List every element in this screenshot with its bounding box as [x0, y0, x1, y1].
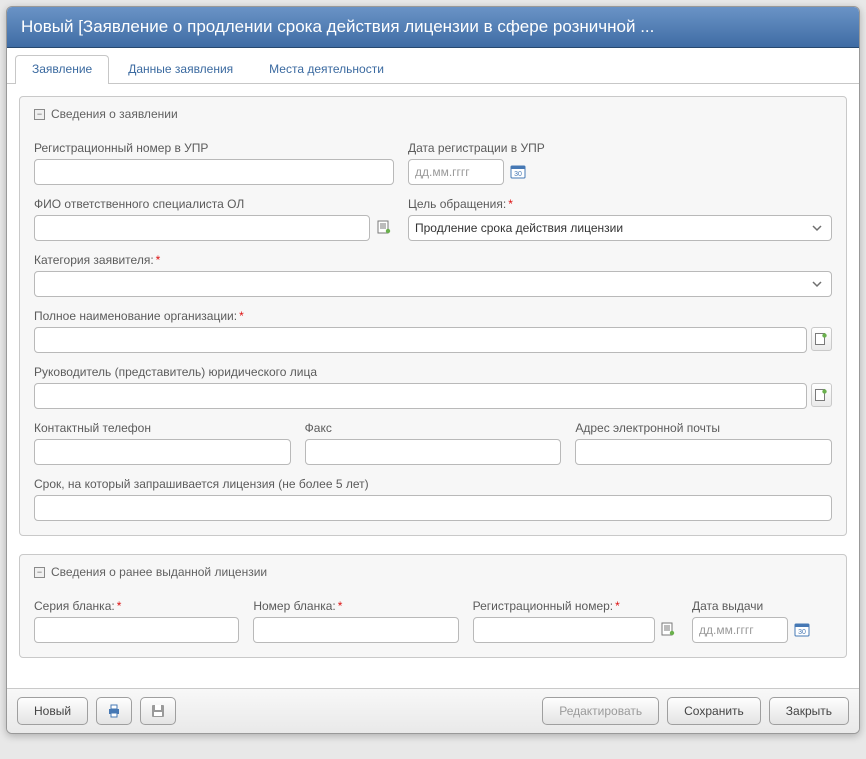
label-category-text: Категория заявителя: [34, 253, 154, 267]
field-blank-number: Номер бланка:* [253, 599, 458, 643]
required-icon: * [338, 599, 343, 613]
field-term: Срок, на который запрашивается лицензия … [34, 477, 832, 521]
field-phone: Контактный телефон [34, 421, 291, 465]
label-term: Срок, на который запрашивается лицензия … [34, 477, 832, 491]
input-fax[interactable] [305, 439, 562, 465]
footer-toolbar: Новый Редактировать Сохранить Закрыть [7, 688, 859, 733]
group-application-info: − Сведения о заявлении Регистрационный н… [19, 96, 847, 536]
close-button[interactable]: Закрыть [769, 697, 849, 725]
input-issue-date[interactable] [692, 617, 788, 643]
input-prev-reg-number[interactable] [473, 617, 655, 643]
window-title: Новый [Заявление о продлении срока дейст… [7, 7, 859, 48]
input-phone[interactable] [34, 439, 291, 465]
calendar-icon[interactable]: 30 [508, 162, 528, 182]
required-icon: * [117, 599, 122, 613]
label-email: Адрес электронной почты [575, 421, 832, 435]
field-purpose: Цель обращения:* [408, 197, 832, 241]
input-email[interactable] [575, 439, 832, 465]
save-button[interactable]: Сохранить [667, 697, 761, 725]
label-series: Серия бланка:* [34, 599, 239, 613]
label-reg-number: Регистрационный номер в УПР [34, 141, 394, 155]
tab-application-data[interactable]: Данные заявления [111, 55, 250, 84]
edit-button: Редактировать [542, 697, 659, 725]
required-icon: * [615, 599, 620, 613]
group-prev-header: − Сведения о ранее выданной лицензии [34, 565, 832, 587]
field-reg-number: Регистрационный номер в УПР [34, 141, 394, 185]
label-issue-date: Дата выдачи [692, 599, 832, 613]
input-head[interactable] [34, 383, 807, 409]
lookup-icon[interactable] [659, 617, 678, 641]
label-series-text: Серия бланка: [34, 599, 115, 613]
attachment-button[interactable] [140, 697, 176, 725]
required-icon: * [156, 253, 161, 267]
field-issue-date: Дата выдачи 30 [692, 599, 832, 643]
label-fax: Факс [305, 421, 562, 435]
form-body: − Сведения о заявлении Регистрационный н… [7, 84, 859, 688]
new-button[interactable]: Новый [17, 697, 88, 725]
required-icon: * [239, 309, 244, 323]
chevron-down-icon[interactable] [806, 271, 828, 297]
input-series[interactable] [34, 617, 239, 643]
input-reg-date[interactable] [408, 159, 504, 185]
svg-text:30: 30 [798, 629, 806, 636]
tab-application[interactable]: Заявление [15, 55, 109, 84]
label-prev-reg-number-text: Регистрационный номер: [473, 599, 613, 613]
field-specialist: ФИО ответственного специалиста ОЛ [34, 197, 394, 241]
disk-icon [150, 703, 166, 719]
input-term[interactable] [34, 495, 832, 521]
tab-strip: Заявление Данные заявления Места деятель… [7, 48, 859, 84]
field-series: Серия бланка:* [34, 599, 239, 643]
field-fax: Факс [305, 421, 562, 465]
label-purpose-text: Цель обращения: [408, 197, 506, 211]
tab-activity-places[interactable]: Места деятельности [252, 55, 401, 84]
printer-icon [106, 703, 122, 719]
collapse-icon[interactable]: − [34, 567, 45, 578]
input-blank-number[interactable] [253, 617, 458, 643]
label-phone: Контактный телефон [34, 421, 291, 435]
svg-text:30: 30 [514, 171, 522, 178]
input-purpose[interactable] [408, 215, 832, 241]
field-reg-date: Дата регистрации в УПР 30 [408, 141, 832, 185]
input-category[interactable] [34, 271, 832, 297]
label-org-text: Полное наименование организации: [34, 309, 237, 323]
field-category: Категория заявителя:* [34, 253, 832, 297]
input-specialist[interactable] [34, 215, 370, 241]
label-reg-date: Дата регистрации в УПР [408, 141, 832, 155]
field-email: Адрес электронной почты [575, 421, 832, 465]
label-prev-reg-number: Регистрационный номер:* [473, 599, 678, 613]
group-application-legend: Сведения о заявлении [51, 107, 178, 121]
input-org[interactable] [34, 327, 807, 353]
label-blank-number-text: Номер бланка: [253, 599, 335, 613]
lookup-icon[interactable] [811, 327, 832, 351]
label-category: Категория заявителя:* [34, 253, 832, 267]
calendar-icon[interactable]: 30 [792, 620, 812, 640]
app-window: Новый [Заявление о продлении срока дейст… [6, 6, 860, 734]
lookup-icon[interactable] [811, 383, 832, 407]
print-button[interactable] [96, 697, 132, 725]
label-purpose: Цель обращения:* [408, 197, 832, 211]
field-prev-reg-number: Регистрационный номер:* [473, 599, 678, 643]
group-prev-license: − Сведения о ранее выданной лицензии Сер… [19, 554, 847, 658]
group-prev-legend: Сведения о ранее выданной лицензии [51, 565, 267, 579]
field-org: Полное наименование организации:* [34, 309, 832, 353]
input-reg-number[interactable] [34, 159, 394, 185]
label-blank-number: Номер бланка:* [253, 599, 458, 613]
chevron-down-icon[interactable] [806, 215, 828, 241]
collapse-icon[interactable]: − [34, 109, 45, 120]
required-icon: * [508, 197, 513, 211]
field-head: Руководитель (представитель) юридическог… [34, 365, 832, 409]
label-specialist: ФИО ответственного специалиста ОЛ [34, 197, 394, 211]
lookup-icon[interactable] [374, 215, 394, 239]
label-org: Полное наименование организации:* [34, 309, 832, 323]
label-head: Руководитель (представитель) юридическог… [34, 365, 832, 379]
group-application-header: − Сведения о заявлении [34, 107, 832, 129]
